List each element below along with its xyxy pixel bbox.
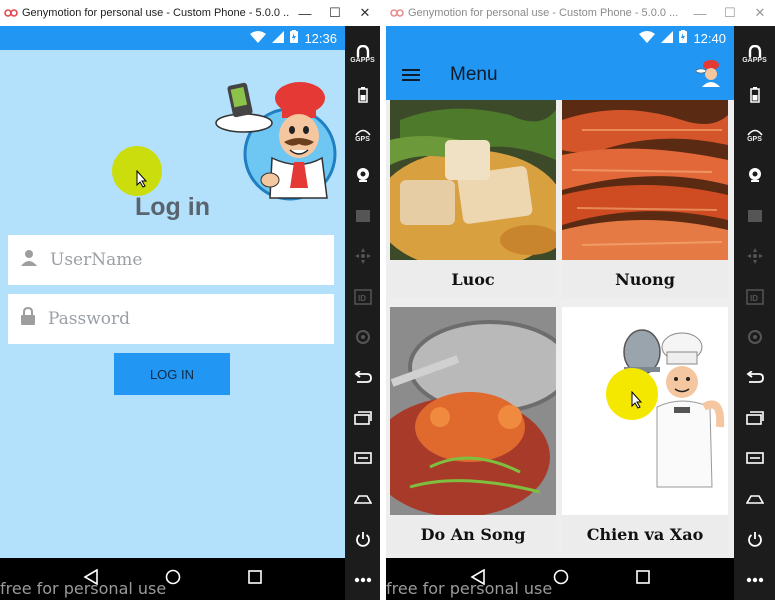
- genymotion-window-login: Genymotion for personal use - Custom Pho…: [0, 0, 380, 600]
- signal-icon: [661, 30, 674, 46]
- mouse-cursor-icon: [136, 169, 148, 193]
- genymotion-logo-icon: [386, 0, 408, 26]
- dpad-icon: [734, 236, 775, 276]
- minimize-button[interactable]: —: [685, 0, 715, 26]
- genymotion-sidebar: GAPPS GPS ID: [734, 26, 775, 600]
- chef-avatar-icon: [695, 59, 722, 92]
- menu-card-luoc[interactable]: Luoc: [390, 100, 556, 298]
- more-icon[interactable]: [734, 559, 775, 599]
- clapper-icon: [734, 196, 775, 236]
- hamburger-menu-icon[interactable]: [386, 68, 436, 82]
- username-placeholder: UserName: [50, 250, 143, 270]
- phone-screen: 12:40 Menu Luoc Nuong Do An Song Chien v…: [386, 26, 734, 600]
- genymotion-window-menu: Genymotion for personal use - Custom Pho…: [386, 0, 775, 600]
- do-an-song-photo-image: [390, 307, 556, 515]
- login-screen: Log in UserName Password LOG IN: [0, 50, 345, 558]
- menu-card-chien-va-xao[interactable]: Chien va Xao: [562, 307, 728, 553]
- recents-square-icon[interactable]: [248, 569, 262, 589]
- lock-icon: [20, 306, 36, 331]
- card-label: Chien va Xao: [586, 524, 704, 544]
- power-icon[interactable]: [345, 519, 380, 559]
- minimize-button[interactable]: —: [290, 0, 320, 26]
- watermark-text: free for personal use: [386, 579, 553, 598]
- battery-icon[interactable]: [345, 74, 380, 114]
- menu-icon[interactable]: [345, 438, 380, 478]
- battery-icon: [290, 30, 299, 46]
- password-field[interactable]: Password: [8, 294, 334, 344]
- gps-label: GPS: [747, 135, 762, 143]
- gps-icon[interactable]: GPS: [345, 115, 380, 155]
- card-label: Nuong: [615, 269, 675, 289]
- id-icon: ID: [734, 277, 775, 317]
- login-button[interactable]: LOG IN: [114, 353, 230, 395]
- chef-logo-image: [212, 76, 337, 206]
- back-icon[interactable]: [734, 357, 775, 397]
- password-placeholder: Password: [48, 309, 131, 329]
- home-icon[interactable]: [734, 479, 775, 519]
- recents-icon[interactable]: [734, 398, 775, 438]
- webcam-icon[interactable]: [345, 155, 380, 195]
- toolbar-title: Menu: [450, 64, 498, 85]
- mouse-cursor-icon: [631, 390, 643, 414]
- recents-icon[interactable]: [345, 398, 380, 438]
- window-title: Genymotion for personal use - Custom Pho…: [408, 7, 679, 19]
- card-label: Luoc: [451, 269, 495, 289]
- genymotion-logo-icon: [0, 0, 22, 26]
- wifi-icon: [250, 30, 267, 46]
- home-circle-icon[interactable]: [165, 569, 181, 590]
- status-bar: 12:36: [0, 26, 345, 50]
- maximize-button[interactable]: ☐: [320, 0, 350, 26]
- card-label: Do An Song: [420, 524, 526, 544]
- gps-label: GPS: [355, 135, 370, 143]
- id-icon: ID: [345, 277, 380, 317]
- status-bar: 12:40: [386, 26, 734, 50]
- home-icon[interactable]: [345, 479, 380, 519]
- username-field[interactable]: UserName: [8, 235, 334, 285]
- window-titlebar[interactable]: Genymotion for personal use - Custom Pho…: [386, 0, 775, 26]
- nuong-photo-image: [562, 100, 728, 260]
- phone-screen: 12:36 Log in UserName Password LOG IN: [0, 26, 345, 600]
- watermark-text: free for personal use: [0, 579, 167, 598]
- signal-icon: [272, 30, 285, 46]
- maximize-button[interactable]: ☐: [715, 0, 745, 26]
- battery-icon[interactable]: [734, 74, 775, 114]
- power-icon[interactable]: [734, 519, 775, 559]
- dpad-icon: [345, 236, 380, 276]
- gapps-label: GAPPS: [742, 56, 767, 64]
- gps-icon[interactable]: GPS: [734, 115, 775, 155]
- clapper-icon: [345, 196, 380, 236]
- svg-text:ID: ID: [358, 294, 366, 303]
- back-icon[interactable]: [345, 357, 380, 397]
- gapps-label: GAPPS: [350, 56, 375, 64]
- luoc-photo-image: [390, 100, 556, 260]
- close-button[interactable]: ✕: [350, 0, 380, 26]
- person-icon: [20, 249, 38, 272]
- wifi-icon: [639, 30, 656, 46]
- recents-square-icon[interactable]: [636, 569, 651, 589]
- phone-icon: [345, 317, 380, 357]
- menu-card-nuong[interactable]: Nuong: [562, 100, 728, 298]
- close-button[interactable]: ✕: [745, 0, 775, 26]
- genymotion-sidebar: GAPPS GPS ID: [345, 26, 380, 600]
- login-title: Log in: [135, 193, 210, 221]
- clock: 12:36: [304, 30, 337, 46]
- gapps-icon[interactable]: GAPPS: [345, 34, 380, 74]
- webcam-icon[interactable]: [734, 155, 775, 195]
- battery-icon: [679, 30, 688, 46]
- svg-text:ID: ID: [750, 294, 758, 303]
- menu-icon[interactable]: [734, 438, 775, 478]
- menu-grid: Luoc Nuong Do An Song Chien va Xao: [386, 100, 734, 558]
- gapps-icon[interactable]: GAPPS: [734, 34, 775, 74]
- more-icon[interactable]: [345, 559, 380, 599]
- phone-icon: [734, 317, 775, 357]
- menu-card-do-an-song[interactable]: Do An Song: [390, 307, 556, 553]
- home-circle-icon[interactable]: [553, 569, 569, 590]
- window-title: Genymotion for personal use - Custom Pho…: [22, 7, 290, 19]
- window-titlebar[interactable]: Genymotion for personal use - Custom Pho…: [0, 0, 380, 26]
- clock: 12:40: [693, 30, 726, 46]
- app-toolbar: Menu: [386, 50, 734, 100]
